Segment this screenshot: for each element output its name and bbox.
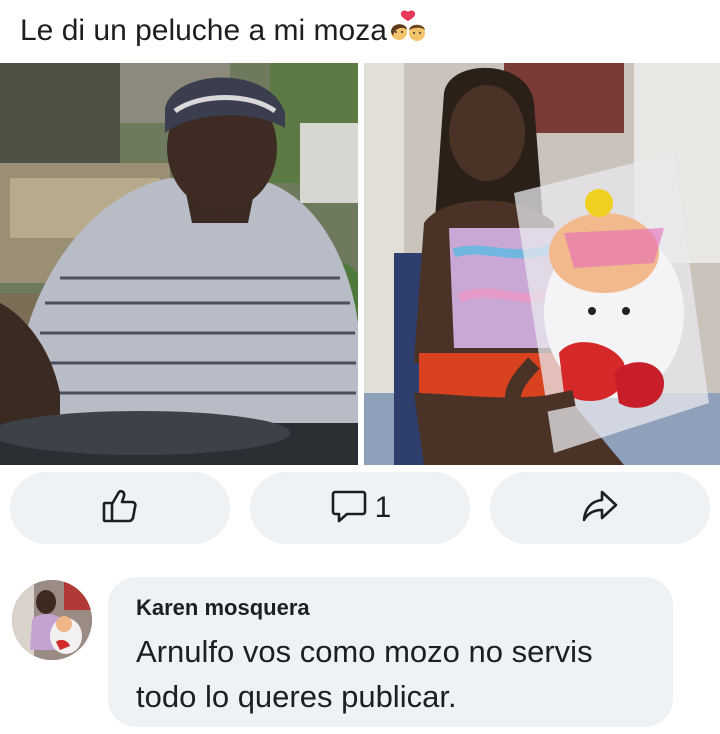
post-text: Le di un peluche a mi moza [20, 10, 429, 51]
post-caption: Le di un peluche a mi moza [20, 14, 387, 47]
comment-bubble: Karen mosquera Arnulfo vos como mozo no … [108, 577, 673, 727]
speech-bubble-icon [329, 486, 369, 531]
thumbs-up-icon [100, 486, 140, 531]
avatar[interactable] [12, 580, 92, 660]
couple-with-heart-emoji [387, 10, 429, 44]
share-button[interactable] [490, 472, 710, 544]
woman-holding-teddy-bear-photo[interactable] [364, 63, 720, 465]
comment-author[interactable]: Karen mosquera [136, 595, 310, 621]
comment-count: 1 [374, 491, 392, 524]
post-photos [0, 63, 720, 465]
comment: Karen mosquera Arnulfo vos como mozo no … [0, 575, 720, 734]
post-actions: 1 [0, 472, 720, 546]
man-in-striped-shirt-photo[interactable] [0, 63, 358, 465]
share-arrow-icon [580, 486, 620, 531]
comment-button[interactable]: 1 [250, 472, 470, 544]
like-button[interactable] [10, 472, 230, 544]
comment-text: Arnulfo vos como mozo no servis todo lo … [136, 634, 593, 714]
